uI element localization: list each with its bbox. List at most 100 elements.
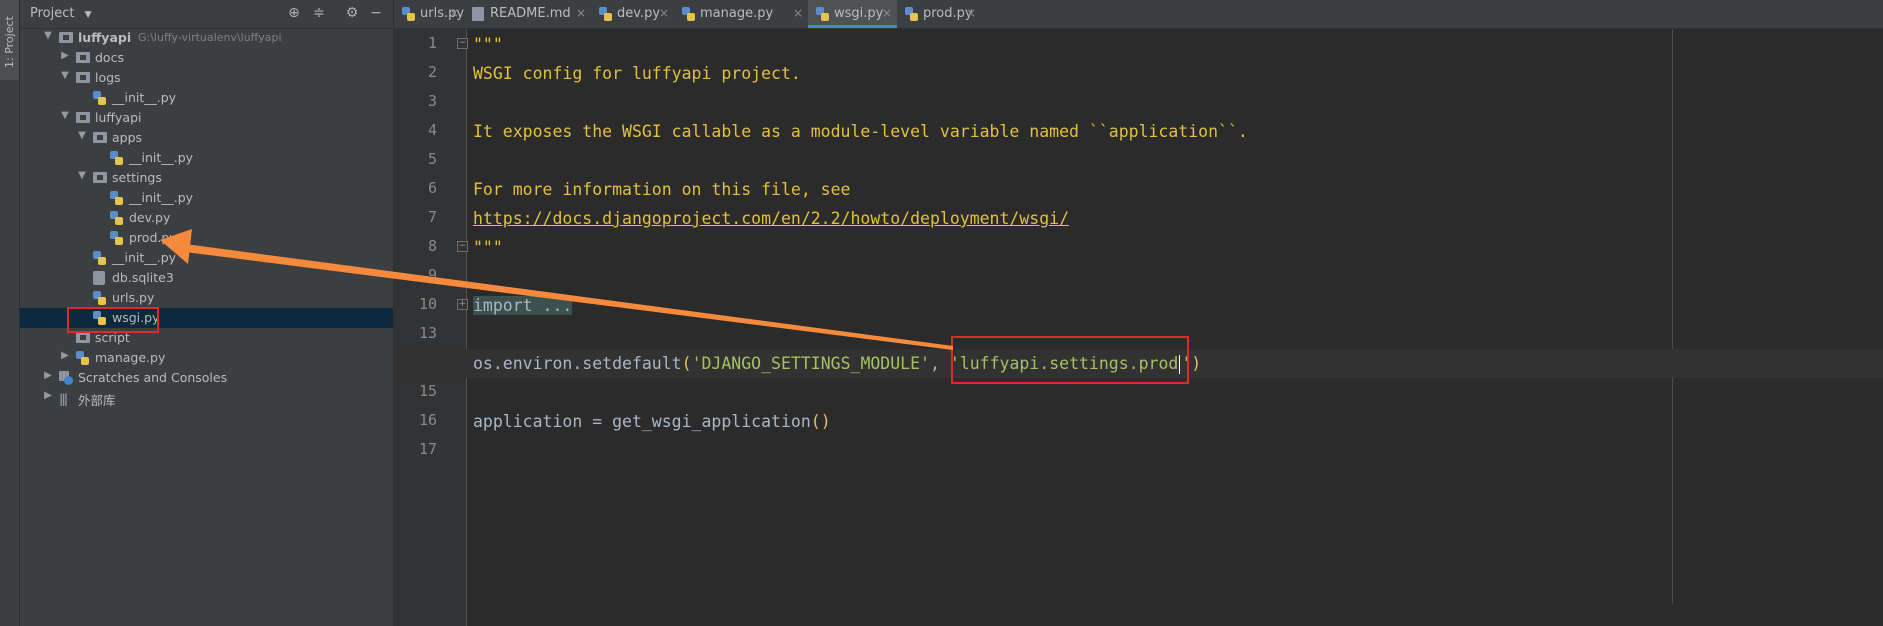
collapsed-arrow-icon[interactable]: ▶	[59, 350, 71, 361]
line-number: 17	[418, 440, 437, 458]
line-number: 15	[418, 382, 437, 400]
code-line[interactable]: application = get_wsgi_application()	[473, 407, 1873, 436]
code-line[interactable]: WSGI config for luffyapi project.	[473, 59, 1873, 88]
collapsed-arrow-icon[interactable]: ▶	[59, 50, 71, 61]
code-line[interactable]	[473, 88, 1873, 117]
tree-item[interactable]: db.sqlite3	[20, 268, 393, 288]
editor-tab[interactable]: manage.py ×	[674, 0, 808, 28]
project-view-selector[interactable]: Project ▼	[30, 6, 92, 21]
python-file-icon	[93, 251, 106, 265]
tree-item-label: manage.py	[95, 350, 166, 365]
close-icon[interactable]: ×	[659, 6, 669, 20]
tree-item-label: __init__.py	[129, 190, 194, 205]
editor-tab[interactable]: urls.py ×	[394, 0, 464, 28]
code-line[interactable]	[473, 436, 1873, 465]
line-number: 13	[418, 324, 437, 342]
code-editor[interactable]: 1−2345678−910+1314151617 """WSGI config …	[394, 29, 1883, 626]
close-icon[interactable]: ×	[449, 6, 459, 20]
expanded-arrow-icon[interactable]: ▼	[42, 30, 54, 41]
tree-item-label: luffyapi	[78, 30, 132, 45]
editor-tab-label: manage.py	[700, 6, 774, 21]
code-line[interactable]	[473, 146, 1873, 175]
tree-item[interactable]: urls.py	[20, 288, 393, 308]
line-number: 3	[427, 92, 437, 110]
tree-item[interactable]: __init__.py	[20, 188, 393, 208]
target-icon[interactable]: ⊕	[286, 5, 302, 21]
annotation-box-wsgi	[67, 307, 159, 333]
python-file-icon	[110, 151, 123, 165]
fold-expand-icon[interactable]: +	[457, 299, 468, 310]
minimize-icon[interactable]: −	[368, 5, 384, 21]
expanded-arrow-icon[interactable]: ▼	[59, 110, 71, 121]
tree-item[interactable]: __init__.py	[20, 248, 393, 268]
tree-item-label: db.sqlite3	[112, 270, 174, 285]
expanded-arrow-icon[interactable]: ▼	[59, 70, 71, 81]
collapsed-arrow-icon[interactable]: ▶	[42, 370, 54, 381]
close-icon[interactable]: ×	[966, 6, 976, 20]
tree-item[interactable]: prod.py	[20, 228, 393, 248]
python-file-icon	[110, 231, 123, 245]
close-icon[interactable]: ×	[793, 6, 803, 20]
tree-item-label: luffyapi	[95, 110, 142, 125]
close-icon[interactable]: ×	[882, 6, 892, 20]
collapsed-arrow-icon[interactable]: ▶	[42, 390, 54, 401]
code-line[interactable]: https://docs.djangoproject.com/en/2.2/ho…	[473, 204, 1873, 233]
tree-item-label: dev.py	[129, 210, 171, 225]
folder-icon	[93, 132, 107, 143]
code-line[interactable]: import ...	[473, 291, 1873, 320]
line-number: 1	[427, 34, 437, 52]
line-number: 8	[427, 237, 437, 255]
tree-item[interactable]: ▶ Scratches and Consoles	[20, 368, 393, 388]
line-number: 7	[427, 208, 437, 226]
editor-tab[interactable]: wsgi.py ×	[808, 0, 897, 28]
tree-item[interactable]: dev.py	[20, 208, 393, 228]
line-number: 10	[418, 295, 437, 313]
project-panel-header: Project ▼ ⊕ ≑ ⚙ −	[20, 0, 393, 29]
folder-icon	[76, 332, 90, 343]
line-number: 5	[427, 150, 437, 168]
python-file-icon	[76, 351, 89, 365]
editor-tab-label: README.md	[490, 6, 571, 21]
line-number-gutter: 1−2345678−910+1314151617	[394, 29, 468, 626]
code-line[interactable]	[473, 262, 1873, 291]
expanded-arrow-icon[interactable]: ▼	[76, 170, 88, 181]
code-line[interactable]: For more information on this file, see	[473, 175, 1873, 204]
doc-link[interactable]: https://docs.djangoproject.com/en/2.2/ho…	[473, 209, 1069, 228]
tree-item[interactable]: ▼ luffyapi G:\luffy-virtualenv\luffyapi	[20, 28, 393, 48]
tree-item[interactable]: __init__.py	[20, 148, 393, 168]
library-icon: |||	[59, 392, 68, 406]
database-file-icon	[93, 271, 105, 285]
tree-item-label: 外部库	[78, 393, 116, 408]
tree-item[interactable]: ▼ luffyapi	[20, 108, 393, 128]
tree-item[interactable]: ▼ logs	[20, 68, 393, 88]
project-tool-tab-label: 1: Project	[3, 16, 16, 68]
editor-tab[interactable]: prod.py ×	[897, 0, 981, 28]
ide-window: 1: Project Project ▼ ⊕ ≑ ⚙ − ▼ luffyapi G:…	[0, 0, 1883, 626]
python-file-icon	[110, 211, 123, 225]
tree-item-label: __init__.py	[129, 150, 194, 165]
folder-icon	[59, 32, 73, 43]
editor-tab[interactable]: dev.py ×	[591, 0, 674, 28]
python-file-icon	[402, 7, 415, 21]
fold-collapse-icon[interactable]: −	[457, 241, 468, 252]
tree-item-label: Scratches and Consoles	[78, 370, 228, 385]
gear-icon[interactable]: ⚙	[344, 5, 360, 21]
code-line[interactable]: """	[473, 233, 1873, 262]
project-tool-tab[interactable]: 1: Project	[0, 0, 19, 80]
fold-collapse-icon[interactable]: −	[457, 38, 468, 49]
tree-item[interactable]: ▼ apps	[20, 128, 393, 148]
tree-item[interactable]: ▼ settings	[20, 168, 393, 188]
code-line[interactable]: It exposes the WSGI callable as a module…	[473, 117, 1873, 146]
chevron-down-icon: ▼	[84, 10, 92, 20]
close-icon[interactable]: ×	[576, 6, 586, 20]
tree-item[interactable]: ▶ docs	[20, 48, 393, 68]
tree-item[interactable]: ▶ manage.py	[20, 348, 393, 368]
code-line[interactable]: """	[473, 30, 1873, 59]
tree-item[interactable]: __init__.py	[20, 88, 393, 108]
tree-item-label: __init__.py	[112, 250, 177, 265]
expanded-arrow-icon[interactable]: ▼	[76, 130, 88, 141]
collapse-icon[interactable]: ≑	[311, 5, 327, 21]
annotation-box-settings-value	[951, 336, 1189, 384]
editor-tab[interactable]: README.md ×	[464, 0, 591, 28]
tree-item[interactable]: ▶ ||| 外部库	[20, 388, 393, 408]
